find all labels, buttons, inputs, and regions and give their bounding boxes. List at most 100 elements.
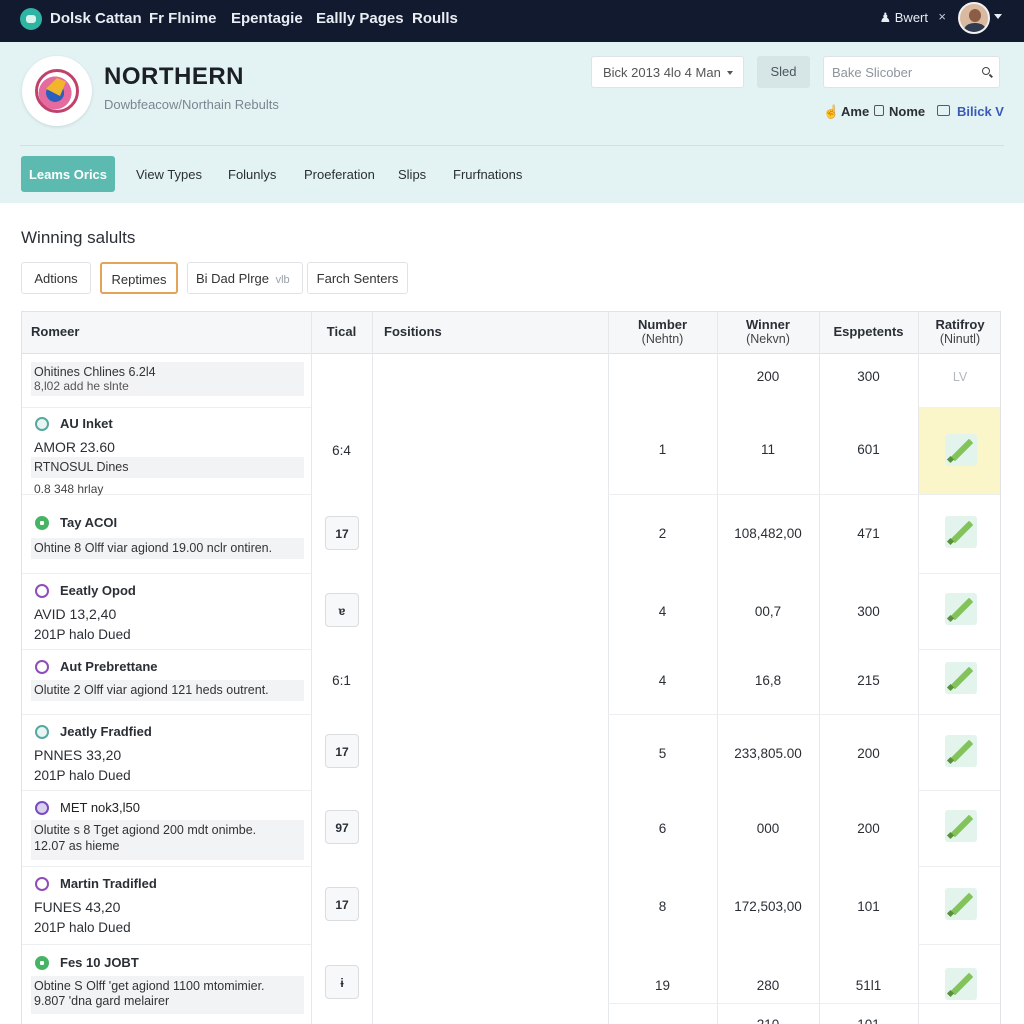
checkbox-icon[interactable] [874, 105, 884, 116]
row-name: Jeatly Fradfied [60, 724, 152, 739]
option-nome[interactable]: Nome [889, 104, 925, 119]
option-ame[interactable]: Ame [841, 104, 869, 119]
tical-badge[interactable]: 17 [325, 734, 359, 768]
row-name: Martin Tradifled [60, 876, 157, 891]
status-dot-icon [35, 877, 49, 891]
table-row[interactable]: Eeatly Opod AVID 13,2,40 201P halo Dued … [22, 573, 1000, 649]
tab-leams-orics[interactable]: Leams Orics [21, 156, 115, 192]
tical-badge[interactable]: ɨ [325, 965, 359, 999]
row-line1: FUNES 43,20 [34, 899, 121, 915]
espetents-value: 300 [857, 369, 880, 384]
nav-item-frflnime[interactable]: Fr Flnime [149, 10, 217, 27]
page-title: NORTHERN [104, 63, 244, 90]
row-detail-line1: Ohitines Chlines 6.2l4 [34, 365, 156, 379]
edit-pencil-icon[interactable] [945, 888, 977, 920]
number-value: 4 [658, 673, 667, 688]
table-row[interactable]: AU Inket AMOR 23.60 RTNOSUL Dines 0.8 34… [22, 407, 1000, 496]
espetents-value: 200 [857, 821, 880, 836]
winner-value: 00,7 [754, 604, 782, 619]
table-row[interactable]: 210 101 [22, 1003, 1000, 1024]
table-row[interactable]: Jeatly Fradfied PNNES 33,20 201P halo Du… [22, 714, 1000, 790]
tab-view-types[interactable]: View Types [136, 156, 202, 192]
search-input[interactable]: Bake Slicober [823, 56, 1000, 88]
col-espetents[interactable]: Esppetents [819, 312, 918, 354]
edit-pencil-icon[interactable] [945, 810, 977, 842]
tab-folunlys[interactable]: Folunlys [228, 156, 276, 192]
avatar[interactable] [958, 2, 990, 34]
espetents-value: 215 [857, 673, 880, 688]
winner-value: 172,503,00 [734, 899, 802, 914]
row-detail: Ohitines Chlines 6.2l4 8,l02 add he slnt… [31, 362, 304, 396]
table-row[interactable]: Aut Prebrettane Olutite 2 Olff viar agio… [22, 649, 1000, 714]
row-name: Tay ACOI [60, 515, 118, 530]
tab-frurfnations[interactable]: Frurfnations [453, 156, 522, 192]
col-winner[interactable]: Winner (Nekvn) [717, 312, 819, 354]
filter-adtions[interactable]: Adtions [21, 262, 91, 294]
status-dot-icon [35, 584, 49, 598]
status-dot-icon [35, 956, 49, 970]
winner-value: 280 [756, 978, 780, 993]
row-line1: Olutite s 8 Tget agiond 200 mdt onimbe. [34, 823, 257, 837]
col-ratifroy-label: Ratifroy [935, 317, 985, 332]
nav-item-dolsk[interactable]: Dolsk Cattan [50, 10, 142, 27]
tical-badge[interactable]: 97 [325, 810, 359, 844]
tab-slips[interactable]: Slips [398, 156, 426, 192]
tical-badge[interactable]: ɐ [325, 593, 359, 627]
row-line2: RTNOSUL Dines [31, 457, 304, 478]
brand-logo [22, 56, 92, 126]
edit-pencil-icon[interactable] [945, 662, 977, 694]
edit-pencil-icon[interactable] [945, 516, 977, 548]
option-bilick[interactable]: Bilick V [957, 104, 1004, 119]
nav-item-roulls[interactable]: Roulls [412, 10, 458, 27]
table-row[interactable]: Martin Tradifled FUNES 43,20 201P halo D… [22, 866, 1000, 944]
row-line1: AMOR 23.60 [34, 439, 115, 455]
edit-pencil-icon[interactable] [945, 434, 977, 466]
col-ratifroy-sub: (Ninutl) [939, 332, 981, 346]
filter-dad-plrge-suffix: vlb [275, 274, 290, 286]
sled-button[interactable]: Sled [757, 56, 810, 88]
number-value: 2 [658, 526, 667, 541]
tical-badge[interactable]: 17 [325, 887, 359, 921]
ratifroy-value: LV [952, 370, 968, 384]
table-row[interactable]: Ohitines Chlines 6.2l4 8,l02 add he slnt… [22, 354, 1000, 407]
row-detail: Olutite s 8 Tget agiond 200 mdt onimbe. … [31, 820, 304, 860]
date-select[interactable]: Bick 2013 4lo 4 Man [591, 56, 744, 88]
table-row[interactable]: Tay ACOI Ohtine 8 Olff viar agiond 19.00… [22, 494, 1000, 573]
row-line2: 201P halo Dued [34, 920, 131, 935]
filter-farch-senters[interactable]: Farch Senters [307, 262, 408, 294]
edit-pencil-icon[interactable] [945, 968, 977, 1000]
row-name: Eeatly Opod [60, 583, 136, 598]
tical-value: 6:1 [332, 673, 351, 688]
number-value: 19 [654, 978, 671, 993]
table-row[interactable]: MET nok3,l50 Olutite s 8 Tget agiond 200… [22, 790, 1000, 866]
tical-badge[interactable]: 17 [325, 516, 359, 550]
app-logo-icon[interactable] [20, 8, 42, 30]
edit-pencil-icon[interactable] [945, 593, 977, 625]
user-name[interactable]: ♟ Bwert [879, 10, 928, 26]
filter-dad-plrge-label: Bi Dad Plrge [196, 271, 269, 286]
row-name: Fes 10 JOBT [60, 955, 139, 970]
row-line1: AVID 13,2,40 [34, 606, 117, 622]
tab-proeferation[interactable]: Proeferation [304, 156, 375, 192]
col-ratifroy[interactable]: Ratifroy (Ninutl) [918, 312, 1000, 354]
close-icon[interactable]: × [938, 9, 946, 24]
filter-reptimes[interactable]: Reptimes [100, 262, 178, 294]
row-line1: PNNES 33,20 [34, 747, 122, 763]
user-icon: ♟ [879, 10, 895, 25]
search-placeholder: Bake Slicober [832, 65, 913, 80]
nav-item-epentagie[interactable]: Epentagie [231, 10, 303, 27]
col-tical[interactable]: Tical [311, 312, 372, 354]
table-header: Romeer Tical Fositions Number (Nehtn) Wi… [22, 312, 1000, 354]
window-icon [937, 105, 950, 116]
espetents-value: 101 [857, 899, 880, 914]
filter-dad-plrge[interactable]: Bi Dad Plrge vlb [187, 262, 303, 294]
col-romeer[interactable]: Romeer [22, 312, 311, 354]
edit-pencil-icon[interactable] [945, 735, 977, 767]
nav-item-pages[interactable]: Eallly Pages [316, 10, 404, 27]
col-fositions[interactable]: Fositions [372, 312, 608, 354]
search-icon[interactable] [982, 67, 990, 75]
winner-value: 000 [756, 821, 780, 836]
col-number[interactable]: Number (Nehtn) [608, 312, 717, 354]
chevron-down-icon[interactable] [994, 14, 1002, 19]
top-nav: Dolsk Cattan Fr Flnime Epentagie Eallly … [0, 0, 1024, 42]
